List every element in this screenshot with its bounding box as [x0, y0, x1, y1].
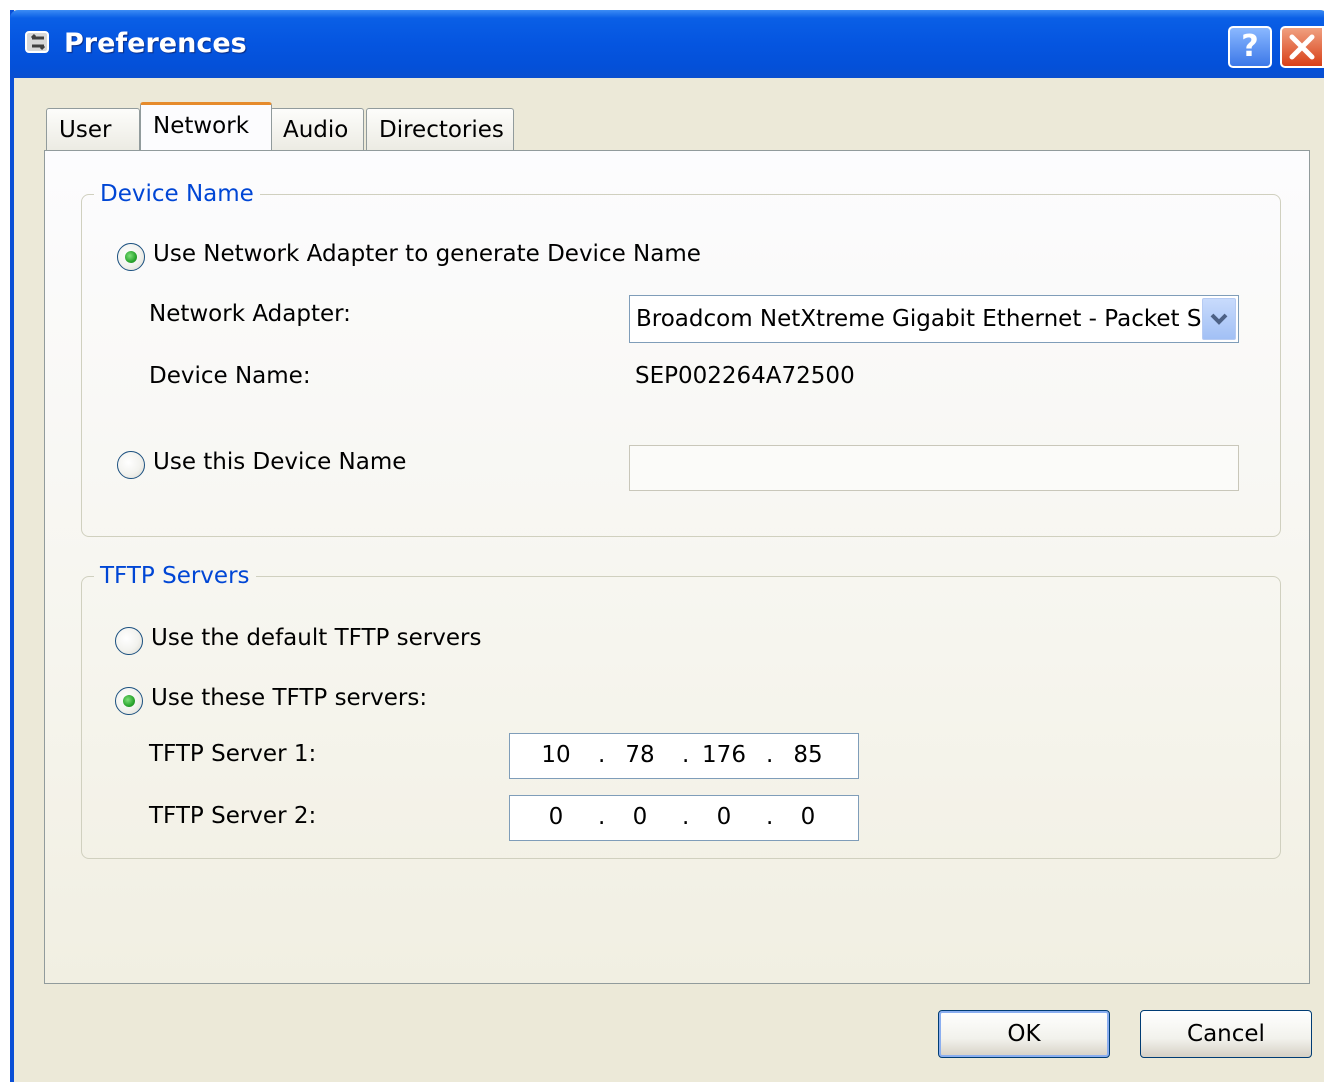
ip-separator: . [766, 804, 774, 830]
device-name-label: Device Name: [149, 363, 311, 389]
device-name-value: SEP002264A72500 [635, 363, 855, 389]
ip-octet[interactable]: 0 [610, 804, 670, 830]
custom-device-name-input[interactable] [629, 445, 1239, 491]
tab-network[interactable]: Network [140, 102, 272, 150]
use-adapter-radio[interactable] [117, 243, 145, 271]
tftp-server-2-input[interactable]: 0 . 0 . 0 . 0 [509, 795, 859, 841]
ip-separator: . [598, 804, 606, 830]
tftp-server-1-label: TFTP Server 1: [149, 741, 317, 767]
tftp-servers-legend: TFTP Servers [100, 563, 250, 589]
network-adapter-select[interactable]: Broadcom NetXtreme Gigabit Ethernet - Pa… [629, 295, 1239, 343]
tab-audio[interactable]: Audio [270, 108, 364, 150]
chevron-down-icon [1210, 313, 1228, 325]
help-icon: ? [1241, 29, 1259, 64]
ip-octet[interactable]: 0 [694, 804, 754, 830]
close-button[interactable] [1280, 26, 1324, 68]
use-these-tftp-label[interactable]: Use these TFTP servers: [151, 685, 427, 711]
ip-separator: . [766, 742, 774, 768]
window-title: Preferences [64, 28, 247, 59]
use-these-tftp-radio[interactable] [115, 687, 143, 715]
ip-octet[interactable]: 176 [694, 742, 754, 768]
tftp-server-2-label: TFTP Server 2: [149, 803, 317, 829]
ip-separator: . [682, 742, 690, 768]
use-default-tftp-label[interactable]: Use the default TFTP servers [151, 625, 481, 651]
cancel-button[interactable]: Cancel [1140, 1010, 1312, 1058]
ip-octet[interactable]: 0 [526, 804, 586, 830]
use-this-device-name-label[interactable]: Use this Device Name [153, 449, 406, 475]
ip-octet[interactable]: 10 [526, 742, 586, 768]
ip-octet[interactable]: 78 [610, 742, 670, 768]
title-bar[interactable]: Preferences ? [10, 10, 1324, 78]
tab-audio-label: Audio [283, 117, 349, 143]
tab-user[interactable]: User [46, 108, 140, 150]
close-icon [1289, 34, 1315, 60]
network-adapter-label: Network Adapter: [149, 301, 351, 327]
tftp-server-1-input[interactable]: 10 . 78 . 176 . 85 [509, 733, 859, 779]
preferences-app-icon [25, 31, 49, 53]
ok-button-label: OK [1007, 1021, 1041, 1047]
ip-octet[interactable]: 0 [778, 804, 838, 830]
use-this-device-name-radio[interactable] [117, 451, 145, 479]
use-default-tftp-radio[interactable] [115, 627, 143, 655]
network-tab-panel: Device Name Use Network Adapter to gener… [44, 150, 1310, 984]
tab-directories-label: Directories [379, 117, 504, 143]
tab-directories[interactable]: Directories [366, 108, 514, 150]
device-name-legend: Device Name [100, 181, 254, 207]
use-adapter-label[interactable]: Use Network Adapter to generate Device N… [153, 241, 701, 267]
cancel-button-label: Cancel [1187, 1021, 1265, 1047]
tab-network-label: Network [153, 113, 250, 139]
radio-selected-dot [123, 695, 135, 707]
ip-separator: . [682, 804, 690, 830]
radio-selected-dot [125, 251, 137, 263]
ip-octet[interactable]: 85 [778, 742, 838, 768]
ok-button[interactable]: OK [938, 1010, 1110, 1058]
dropdown-button[interactable] [1202, 298, 1236, 340]
ip-separator: . [598, 742, 606, 768]
network-adapter-value: Broadcom NetXtreme Gigabit Ethernet - Pa… [636, 306, 1215, 332]
tab-user-label: User [59, 117, 112, 143]
help-button[interactable]: ? [1228, 26, 1272, 68]
preferences-window: Preferences ? User Network Audio Directo… [10, 10, 1324, 1082]
